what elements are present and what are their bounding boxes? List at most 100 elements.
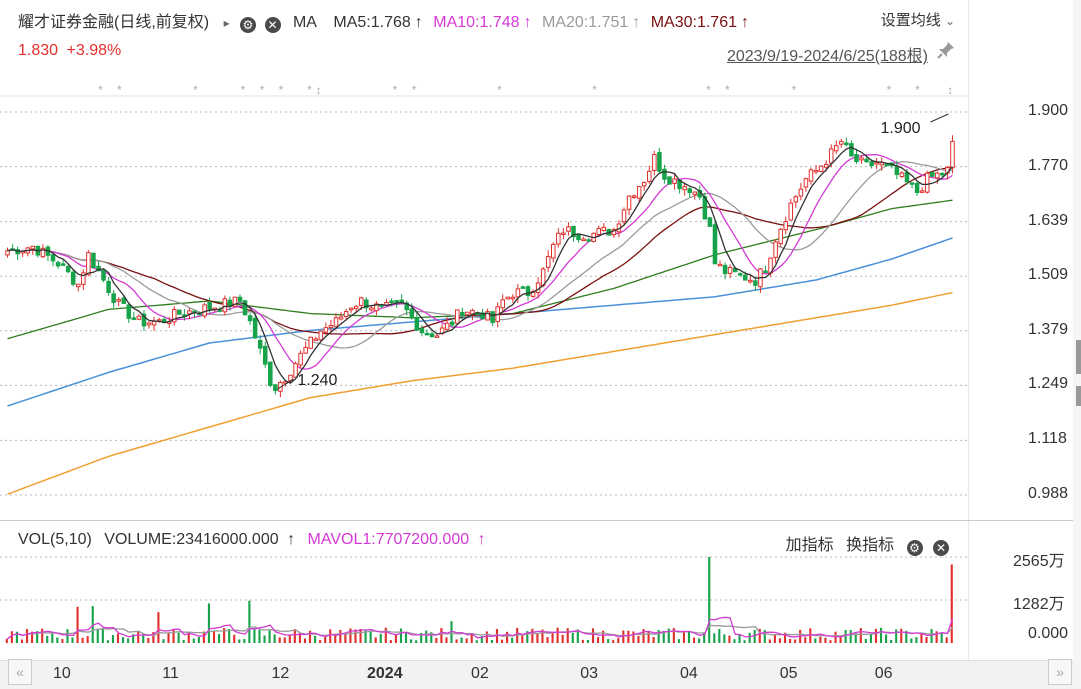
volume-bar — [829, 640, 832, 643]
scroll-thumb[interactable] — [1076, 386, 1081, 406]
volume-bar — [556, 627, 559, 643]
volume-bar — [273, 634, 276, 643]
candle-body — [490, 311, 495, 324]
scroll-thumb[interactable] — [1076, 340, 1081, 374]
candle-body — [369, 307, 374, 311]
candle-body — [338, 316, 344, 320]
candle-body — [662, 168, 667, 180]
volume-bar — [339, 629, 342, 643]
volume-bar — [253, 629, 256, 643]
volume-bar — [314, 635, 317, 643]
volume-bar — [849, 630, 852, 643]
volume-bar — [248, 600, 251, 643]
volume-bar — [283, 637, 286, 643]
volume-bar — [278, 637, 281, 643]
candle-body — [626, 195, 632, 210]
volume-bar — [612, 640, 615, 643]
volume-bar — [500, 639, 504, 643]
candle-body — [707, 217, 713, 227]
candle-body — [318, 330, 324, 341]
candle-body — [414, 317, 420, 331]
candle-body — [111, 293, 116, 303]
candle-body — [389, 300, 394, 303]
candle-body — [268, 361, 273, 386]
volume-bar — [465, 638, 468, 643]
volume-bar — [288, 634, 291, 643]
candle-body — [940, 172, 945, 176]
candle-body — [859, 157, 864, 161]
volume-bar — [591, 628, 595, 643]
price-tick-label: 0.988 — [1028, 485, 1069, 502]
volume-bar — [394, 634, 397, 643]
candle-body — [803, 178, 809, 188]
event-marker-icon: * — [706, 83, 711, 97]
candle-body — [874, 161, 879, 165]
scrollbar[interactable] — [1073, 0, 1081, 688]
candle-body — [257, 339, 263, 349]
volume-bar — [698, 638, 701, 643]
low-annotation: 1.240 — [297, 372, 337, 389]
candle-body — [712, 224, 718, 265]
volume-bar — [147, 637, 150, 643]
volume-bar — [723, 634, 726, 643]
add-indicator-button[interactable]: 加指标 — [786, 537, 834, 554]
volume-bar — [66, 629, 69, 643]
volume-bar — [319, 640, 322, 643]
candle-body — [914, 182, 920, 194]
mavol-arrow-icon: ↑ — [477, 531, 486, 548]
candle-body — [576, 233, 581, 241]
volume-bar — [859, 628, 862, 643]
candle-body — [909, 182, 915, 185]
candle-body — [252, 317, 258, 339]
price-tick-label: 1.249 — [1028, 375, 1069, 393]
candle-body — [818, 165, 824, 172]
event-marker-icon: * — [260, 83, 265, 97]
candle-body — [763, 270, 768, 274]
event-marker-icon: * — [98, 83, 103, 97]
event-marker-icon: * — [241, 83, 246, 97]
kline-chart[interactable]: 1.240 1.900 * * * * * * * * * * * * * * * * ↕ ↕ — [0, 0, 1073, 660]
candle-body — [126, 304, 132, 319]
candle-body — [581, 238, 586, 242]
candle-body — [641, 182, 647, 187]
volume-bar — [96, 628, 99, 643]
volume-bar — [879, 627, 883, 643]
volume-bar — [212, 630, 216, 643]
volume-bar — [177, 632, 180, 643]
volume-bar — [61, 639, 64, 643]
panel-divider — [0, 520, 1073, 521]
candle-body — [727, 267, 733, 274]
volume-bar — [773, 634, 776, 643]
price-tick-label: 1.639 — [1028, 211, 1069, 229]
candle-body — [808, 169, 814, 182]
volume-bar — [617, 638, 620, 643]
candle-body — [308, 336, 313, 349]
candle-body — [520, 286, 526, 289]
volume-bar — [506, 631, 509, 643]
volume-bar — [647, 630, 650, 643]
candle-body — [551, 243, 556, 259]
volume-bar — [945, 637, 948, 643]
volume-bar — [182, 639, 185, 643]
scroll-right-button[interactable]: » — [1048, 659, 1072, 685]
scroll-left-button[interactable]: « — [8, 659, 32, 685]
candle-body — [783, 221, 788, 231]
volume-bar — [748, 632, 751, 643]
volume-bar — [470, 633, 473, 643]
volume-bar — [329, 629, 332, 643]
volume-bar — [167, 632, 170, 643]
gear-icon[interactable]: ⚙ — [906, 540, 923, 556]
candle-body — [207, 301, 212, 310]
volume-bar — [789, 638, 792, 643]
volume-bar — [20, 639, 24, 643]
volume-bar — [521, 635, 524, 643]
candle-body — [667, 176, 672, 185]
close-icon[interactable]: ✕ — [933, 540, 949, 556]
volume-bar — [546, 637, 549, 643]
candle-body — [854, 154, 859, 163]
candle-body — [864, 158, 869, 163]
volume-bar — [157, 612, 160, 643]
candle-body — [470, 309, 475, 315]
switch-indicator-button[interactable]: 换指标 — [846, 537, 894, 554]
volume-bar — [263, 635, 266, 643]
